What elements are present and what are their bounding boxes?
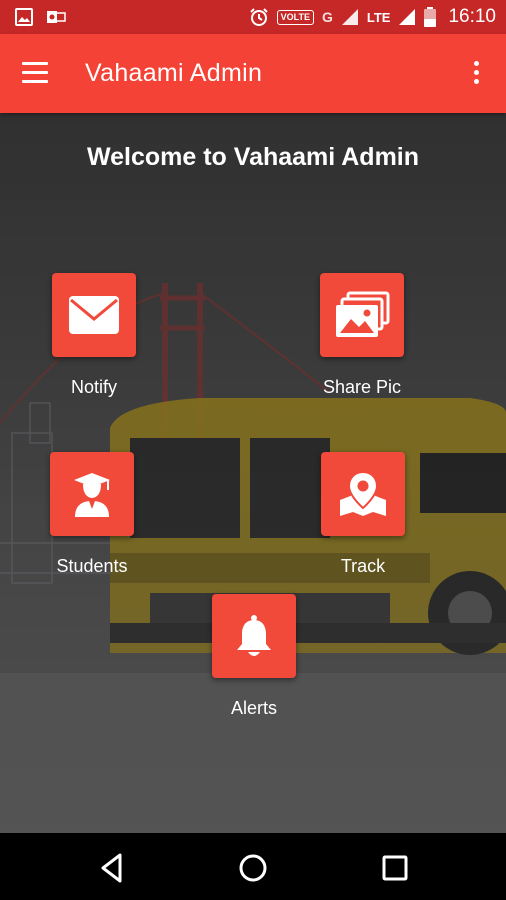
notify-label: Notify (70, 377, 117, 397)
bell-icon (237, 615, 271, 656)
graduate-icon (74, 473, 110, 517)
outlook-notification-icon (47, 11, 66, 23)
status-bar: VOLTE G LTE 16:10 (0, 0, 506, 34)
app-bar: Vahaami Admin (0, 34, 506, 113)
network-type-g: G (321, 9, 333, 25)
map-pin-icon (340, 470, 386, 516)
image-notification-icon (15, 8, 33, 26)
app-title: Vahaami Admin (85, 59, 263, 87)
navigation-bar (0, 833, 506, 900)
signal-icon (341, 9, 358, 25)
recents-icon[interactable] (378, 851, 412, 885)
gallery-icon (336, 291, 390, 337)
main-content: Welcome to Vahaami Admin Notify Share Pi… (0, 113, 506, 833)
tile-alerts[interactable]: Alerts (211, 594, 297, 719)
tile-share-pic[interactable]: Share Pic (307, 273, 417, 398)
share-pic-label: Share Pic (322, 377, 402, 397)
envelope-icon (69, 296, 119, 334)
alarm-icon (249, 8, 268, 26)
track-button[interactable] (321, 452, 405, 536)
signal-strength-icon (399, 9, 416, 25)
notify-button[interactable] (52, 273, 136, 357)
alerts-label: Alerts (230, 698, 277, 718)
tile-students[interactable]: Students (40, 452, 144, 577)
welcome-heading: Welcome to Vahaami Admin (86, 143, 420, 171)
share-pic-button[interactable] (320, 273, 404, 357)
overflow-menu-icon[interactable] (468, 58, 484, 92)
track-label: Track (340, 556, 386, 576)
alerts-button[interactable] (212, 594, 296, 678)
clock: 16:10 (448, 6, 496, 27)
hamburger-menu-icon[interactable] (22, 58, 56, 90)
tile-notify[interactable]: Notify (51, 273, 137, 398)
back-icon[interactable] (96, 851, 130, 885)
students-button[interactable] (50, 452, 134, 536)
home-icon[interactable] (236, 851, 270, 885)
tile-track[interactable]: Track (320, 452, 406, 577)
volte-badge: VOLTE (276, 9, 314, 25)
lte-indicator: LTE (366, 9, 391, 25)
students-label: Students (56, 556, 128, 576)
battery-icon (424, 7, 437, 27)
